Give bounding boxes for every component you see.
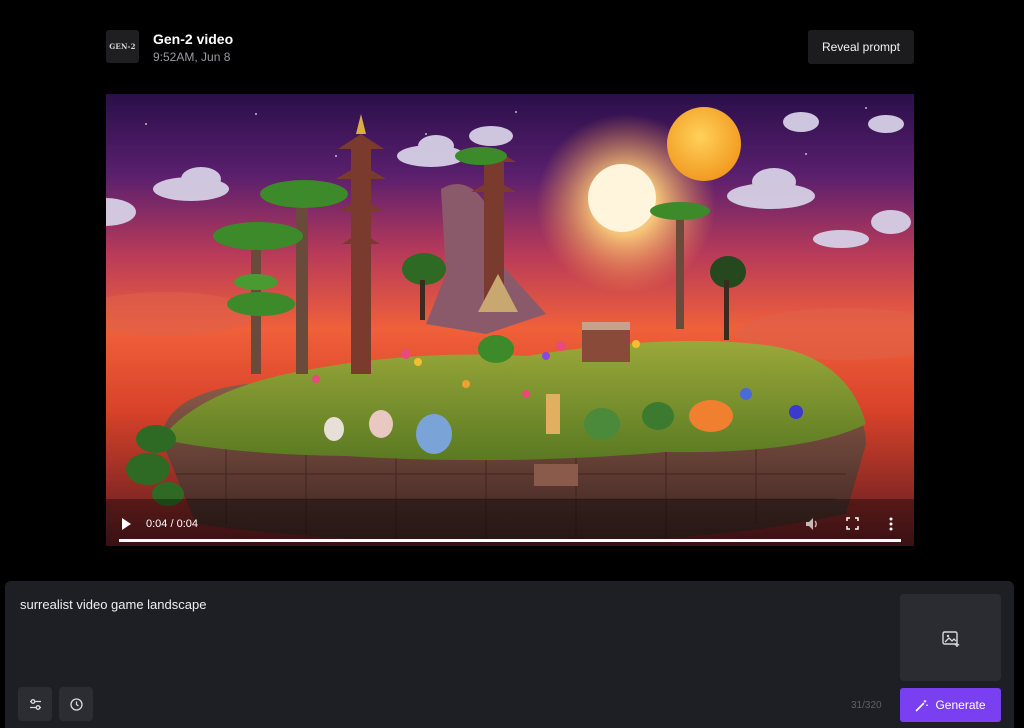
history-clock-icon xyxy=(69,697,83,711)
video-player[interactable]: 0:04 / 0:04 xyxy=(106,94,914,546)
more-vertical-icon[interactable] xyxy=(888,516,894,532)
play-icon[interactable] xyxy=(120,517,132,531)
prompt-input[interactable]: surrealist video game landscape xyxy=(20,597,880,612)
volume-icon[interactable] xyxy=(804,516,820,532)
history-button[interactable] xyxy=(59,687,93,721)
add-image-icon xyxy=(941,630,959,647)
sliders-icon xyxy=(29,698,41,710)
video-time: 0:04 / 0:04 xyxy=(146,518,198,530)
page-title: Gen-2 video xyxy=(153,31,234,47)
video-frame xyxy=(106,94,914,546)
video-progress-bar[interactable] xyxy=(119,539,901,542)
gen2-logo: GEN-2 xyxy=(106,30,139,63)
fullscreen-icon[interactable] xyxy=(846,517,859,530)
video-controls: 0:04 / 0:04 xyxy=(106,506,914,546)
generate-button[interactable]: Generate xyxy=(900,688,1001,722)
generation-timestamp: 9:52AM, Jun 8 xyxy=(153,50,231,64)
add-image-button[interactable] xyxy=(900,594,1001,681)
settings-button[interactable] xyxy=(18,687,52,721)
reveal-prompt-button[interactable]: Reveal prompt xyxy=(808,30,914,64)
character-counter: 31/320 xyxy=(851,700,882,711)
magic-wand-icon xyxy=(916,699,929,711)
generate-label: Generate xyxy=(935,698,986,712)
video-header: GEN-2 Gen-2 video 9:52AM, Jun 8 Reveal p… xyxy=(106,28,914,68)
video-progress-fill xyxy=(119,539,901,542)
prompt-panel: surrealist video game landscape 31/320 G… xyxy=(5,581,1014,728)
